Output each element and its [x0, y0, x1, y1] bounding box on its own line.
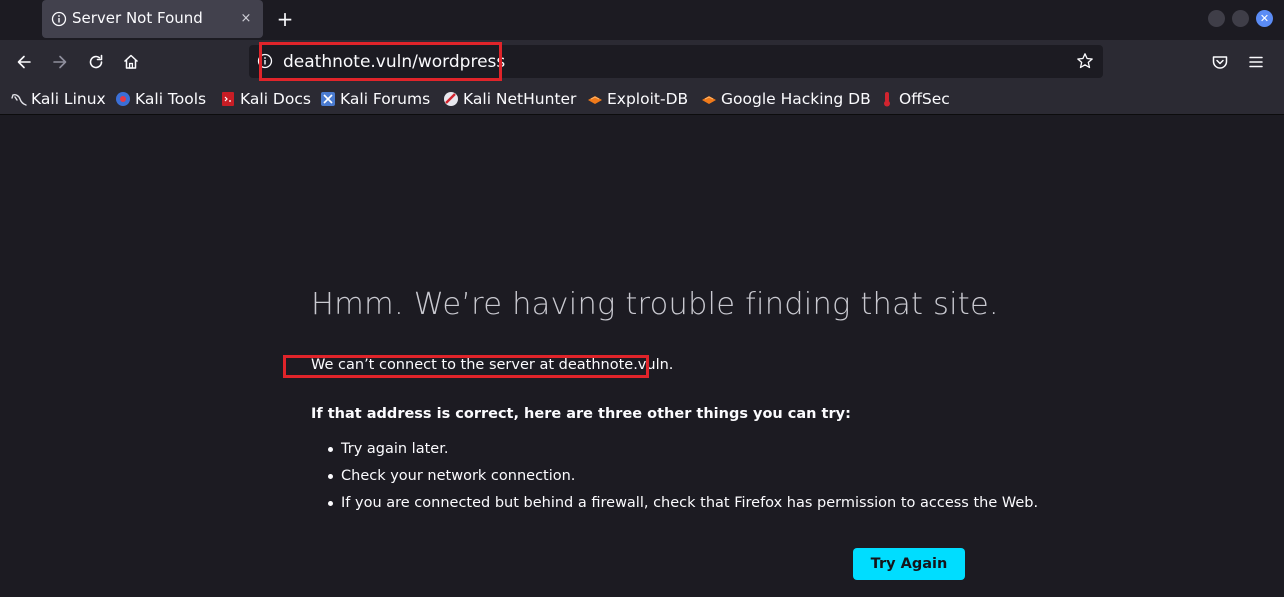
tab-server-not-found[interactable]: Server Not Found × [42, 0, 263, 38]
bookmark-label: Google Hacking DB [721, 90, 871, 108]
forward-arrow-icon[interactable] [50, 52, 70, 72]
home-icon[interactable] [121, 52, 141, 72]
hamburger-menu-icon[interactable] [1246, 52, 1266, 72]
list-item: If you are connected but behind a firewa… [311, 493, 1038, 520]
new-tab-button[interactable]: + [274, 8, 296, 30]
list-item: Check your network connection. [311, 466, 1038, 493]
bookmark-label: Kali Linux [31, 90, 106, 108]
bookmark-label: OffSec [899, 90, 950, 108]
kali-docs-icon [222, 92, 234, 106]
bookmark-star-icon[interactable] [1076, 52, 1094, 70]
navigation-toolbar: deathnote.vuln/wordpress [0, 40, 1284, 84]
minimize-window-button[interactable] [1208, 10, 1225, 27]
kali-nethunter-icon [444, 92, 458, 106]
suggestion-list: Try again later. Check your network conn… [311, 439, 1038, 520]
description-highlight-box [283, 355, 649, 378]
pocket-icon[interactable] [1210, 52, 1230, 72]
tab-strip: Server Not Found × + ✕ [0, 0, 1284, 40]
kali-dragon-icon [11, 94, 27, 106]
reload-icon[interactable] [86, 52, 106, 72]
bookmarks-toolbar: Kali Linux Kali Tools Kali Docs Kali For… [0, 84, 1284, 115]
bookmark-google-hacking-db[interactable]: Google Hacking DB [701, 89, 871, 109]
bookmark-offsec[interactable]: OffSec [879, 89, 950, 109]
info-icon [51, 11, 67, 27]
ghdb-icon [702, 96, 716, 104]
kali-forums-icon [321, 92, 335, 106]
bookmark-kali-docs[interactable]: Kali Docs [220, 89, 311, 109]
bookmark-label: Kali Tools [135, 90, 207, 108]
close-window-button[interactable]: ✕ [1256, 10, 1273, 27]
bookmark-kali-tools[interactable]: Kali Tools [115, 89, 206, 109]
maximize-window-button[interactable] [1232, 10, 1249, 27]
bookmark-label: Exploit-DB [607, 90, 689, 108]
offsec-icon [884, 92, 890, 107]
bookmark-exploit-db[interactable]: Exploit-DB [587, 89, 688, 109]
error-suggestions-heading: If that address is correct, here are thr… [311, 406, 851, 422]
bookmark-kali-linux[interactable]: Kali Linux [11, 89, 106, 109]
bookmark-label: Kali Docs [240, 90, 311, 108]
tab-close-icon[interactable]: × [237, 10, 255, 28]
error-title: Hmm. We’re having trouble finding that s… [311, 287, 999, 322]
bookmark-kali-nethunter[interactable]: Kali NetHunter [443, 89, 576, 109]
kali-tools-icon [116, 92, 130, 106]
tab-title: Server Not Found [72, 9, 203, 27]
bookmark-kali-forums[interactable]: Kali Forums [320, 89, 430, 109]
url-highlight-box [259, 42, 502, 81]
try-again-button[interactable]: Try Again [853, 548, 965, 580]
bookmark-label: Kali Forums [340, 90, 431, 108]
bookmark-label: Kali NetHunter [463, 90, 577, 108]
back-arrow-icon[interactable] [14, 52, 34, 72]
list-item: Try again later. [311, 439, 1038, 466]
exploit-db-icon [588, 96, 602, 104]
